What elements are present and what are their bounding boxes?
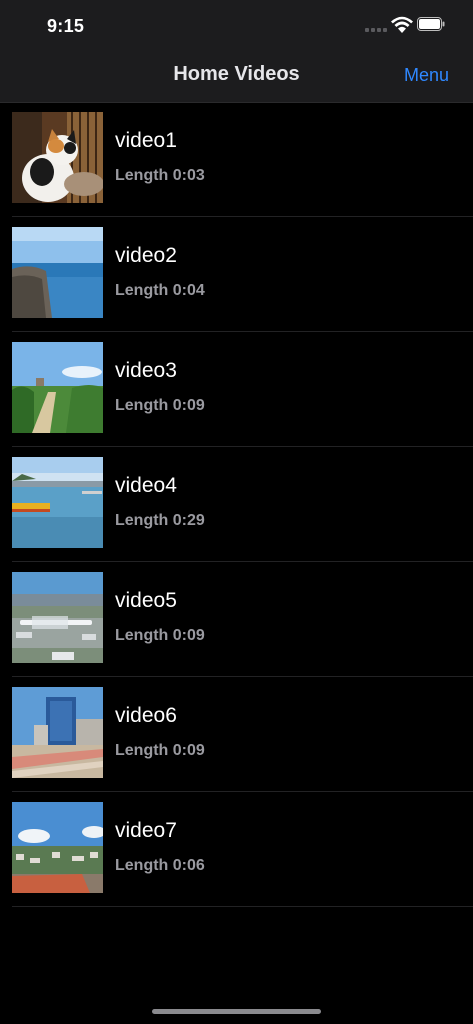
video-title: video6 bbox=[115, 704, 177, 727]
video-title: video2 bbox=[115, 244, 177, 267]
video-row-6[interactable]: video6 Length 0:09 bbox=[12, 677, 473, 792]
video-thumbnail-7 bbox=[12, 802, 103, 893]
battery-icon bbox=[417, 17, 445, 31]
video-length: Length 0:09 bbox=[115, 627, 205, 644]
video-thumbnail-1 bbox=[12, 112, 103, 203]
video-thumbnail-5 bbox=[12, 572, 103, 663]
video-row-4[interactable]: video4 Length 0:29 bbox=[12, 447, 473, 562]
video-thumbnail-2 bbox=[12, 227, 103, 318]
video-length: Length 0:06 bbox=[115, 857, 205, 874]
status-bar: 9:15 bbox=[0, 0, 473, 50]
video-row-7[interactable]: video7 Length 0:06 bbox=[12, 792, 473, 907]
video-thumbnail-4 bbox=[12, 457, 103, 548]
video-length: Length 0:09 bbox=[115, 742, 205, 759]
video-row-1[interactable]: video1 Length 0:03 bbox=[12, 102, 473, 217]
menu-button[interactable]: Menu bbox=[404, 65, 449, 86]
video-title: video3 bbox=[115, 359, 177, 382]
video-title: video7 bbox=[115, 819, 177, 842]
video-thumbnail-3 bbox=[12, 342, 103, 433]
video-length: Length 0:04 bbox=[115, 282, 205, 299]
video-length: Length 0:03 bbox=[115, 167, 205, 184]
video-list: video1 Length 0:03 video2 Length 0:04 vi… bbox=[0, 102, 473, 907]
video-length: Length 0:09 bbox=[115, 397, 205, 414]
video-thumbnail-6 bbox=[12, 687, 103, 778]
video-row-2[interactable]: video2 Length 0:04 bbox=[12, 217, 473, 332]
video-length: Length 0:29 bbox=[115, 512, 205, 529]
wifi-icon bbox=[391, 16, 413, 33]
video-row-3[interactable]: video3 Length 0:09 bbox=[12, 332, 473, 447]
video-title: video4 bbox=[115, 474, 177, 497]
video-title: video1 bbox=[115, 129, 177, 152]
navigation-bar: Home Videos Menu bbox=[0, 50, 473, 103]
status-time: 9:15 bbox=[47, 16, 85, 36]
home-indicator[interactable] bbox=[152, 1009, 321, 1014]
video-title: video5 bbox=[115, 589, 177, 612]
video-row-5[interactable]: video5 Length 0:09 bbox=[12, 562, 473, 677]
page-title: Home Videos bbox=[173, 63, 300, 85]
cellular-signal-icon bbox=[365, 28, 387, 32]
